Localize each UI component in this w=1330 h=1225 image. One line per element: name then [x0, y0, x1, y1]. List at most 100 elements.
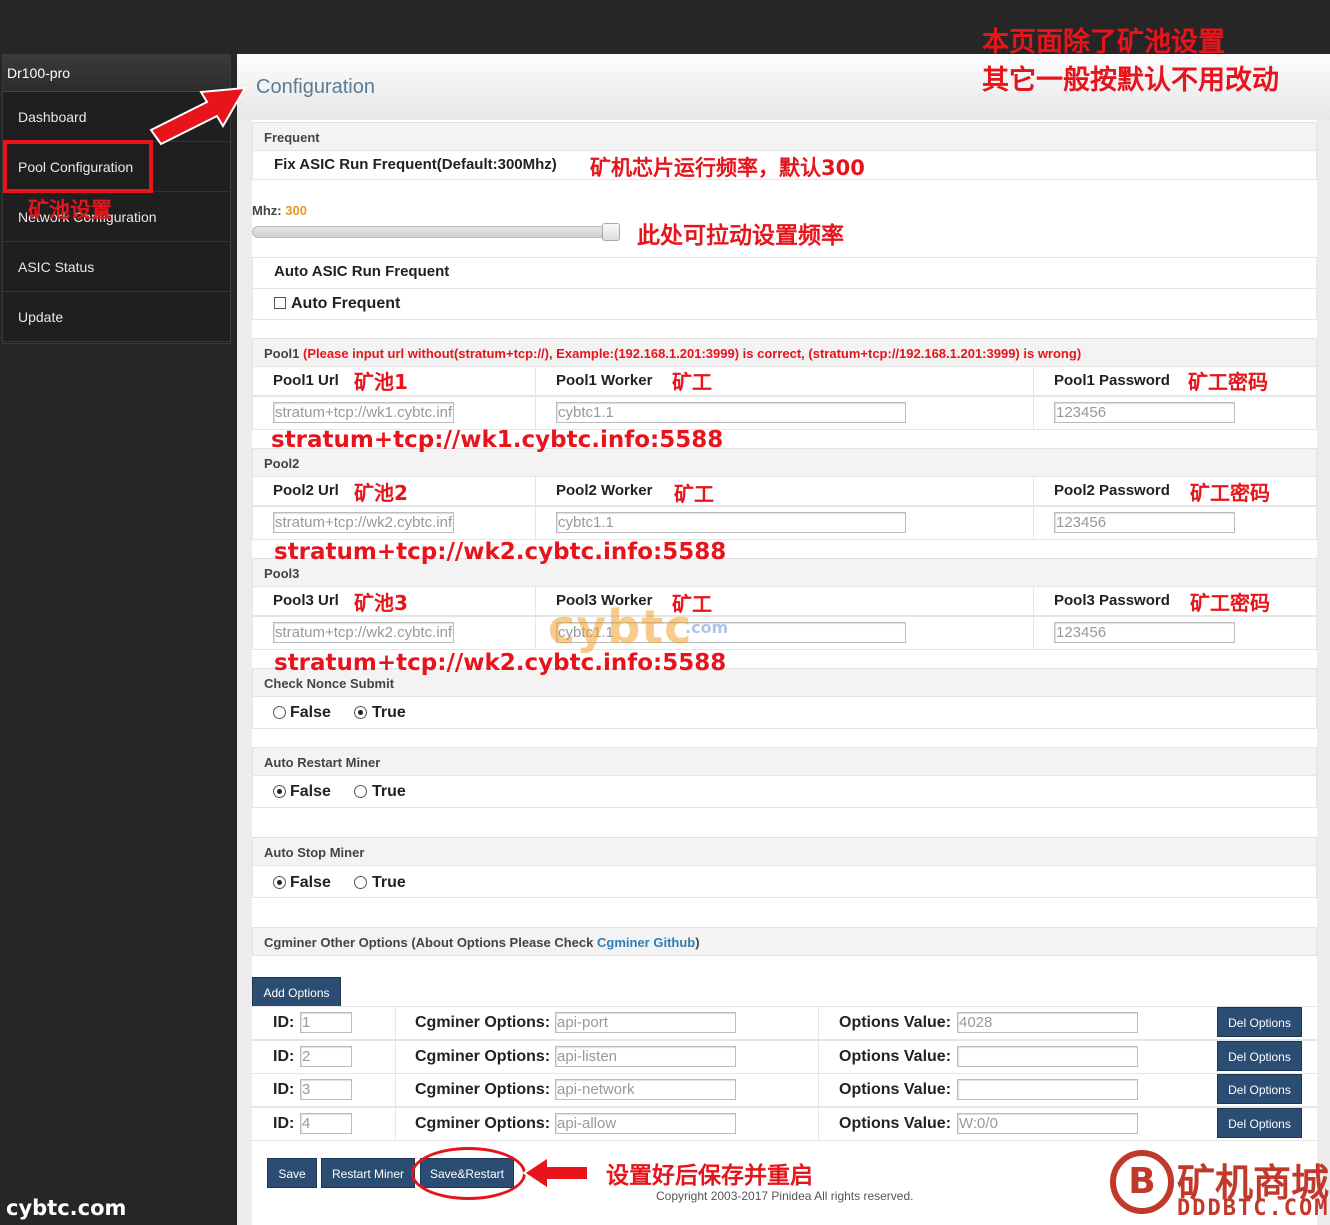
- pool3-divider-1: [535, 586, 536, 650]
- frequency-slider-handle[interactable]: [602, 223, 620, 241]
- cgminer-row-divider-2: [818, 1006, 819, 1040]
- cgminer-github-link[interactable]: Cgminer Github: [597, 935, 695, 950]
- del-options-button[interactable]: Del Options: [1217, 1108, 1302, 1138]
- watermark-right-en: DDDBTC.COM: [1177, 1196, 1330, 1221]
- pool3-password-input[interactable]: 123456: [1054, 622, 1235, 643]
- auto-frequent-header-row: Auto ASIC Run Frequent: [252, 257, 1317, 287]
- cgminer-option-label: Cgminer Options:: [415, 1048, 551, 1065]
- del-options-button[interactable]: Del Options: [1217, 1007, 1302, 1037]
- auto-frequent-checkbox[interactable]: [274, 297, 286, 309]
- option-id-input[interactable]: 4: [300, 1113, 352, 1134]
- option-value-input[interactable]: 4028: [957, 1012, 1138, 1033]
- fix-frequent-label: Fix ASIC Run Frequent(Default:300Mhz): [274, 156, 557, 173]
- cgminer-row-divider-2: [818, 1040, 819, 1074]
- pool2-worker-label: Pool2 Worker: [556, 482, 653, 499]
- option-value-label: Options Value:: [839, 1014, 952, 1031]
- section-cgminer-options: Cgminer Other Options (About Options Ple…: [252, 927, 1317, 956]
- pool2-url-input[interactable]: stratum+tcp://wk2.cybtc.info:5588: [273, 512, 454, 533]
- option-id-input[interactable]: 2: [300, 1046, 352, 1067]
- pool1-url-input[interactable]: stratum+tcp://wk1.cybtc.info:5588: [273, 402, 454, 423]
- annotation-top-line1: 本页面除了矿池设置: [982, 27, 1225, 58]
- add-options-button[interactable]: Add Options: [252, 977, 341, 1007]
- annotation-pool2: 矿池2: [354, 481, 408, 505]
- watermark-center: cybtc: [548, 600, 693, 654]
- pool3-divider-2: [1033, 586, 1034, 650]
- del-options-button[interactable]: Del Options: [1217, 1074, 1302, 1104]
- check-nonce-false-radio[interactable]: [273, 706, 286, 719]
- auto-stop-true-radio[interactable]: [354, 876, 367, 889]
- cgminer-row-divider-2: [818, 1073, 819, 1107]
- sidebar-item-asic-status[interactable]: ASIC Status: [3, 242, 230, 292]
- annotation-box-pool-config: [3, 140, 153, 193]
- pool3-password-label: Pool3 Password: [1054, 592, 1170, 609]
- cgminer-option-input[interactable]: api-allow: [555, 1113, 736, 1134]
- annotation-password3: 矿工密码: [1190, 591, 1270, 615]
- pool2-worker-input[interactable]: cybtc1.1: [556, 512, 906, 533]
- option-value-label: Options Value:: [839, 1115, 952, 1132]
- annotation-worker1: 矿工: [672, 370, 712, 394]
- option-id-input[interactable]: 3: [300, 1079, 352, 1100]
- auto-restart-row: [252, 775, 1317, 808]
- option-id-label: ID:: [273, 1014, 295, 1031]
- auto-stop-true-label: True: [372, 874, 406, 891]
- cgminer-option-input[interactable]: api-port: [555, 1012, 736, 1033]
- auto-stop-false-label: False: [290, 874, 331, 891]
- option-id-label: ID:: [273, 1081, 295, 1098]
- option-value-label: Options Value:: [839, 1081, 952, 1098]
- pool1-password-input[interactable]: 123456: [1054, 402, 1235, 423]
- mhz-label: Mhz:: [252, 203, 282, 218]
- option-id-input[interactable]: 1: [300, 1012, 352, 1033]
- pool1-divider-2: [1033, 366, 1034, 430]
- annotation-pool1: 矿池1: [354, 370, 408, 394]
- watermark-left: cybtc.com: [6, 1196, 127, 1220]
- auto-restart-true-label: True: [372, 783, 406, 800]
- cgminer-row-divider-1: [395, 1040, 396, 1074]
- pool1-divider-1: [535, 366, 536, 430]
- cgminer-option-row: [252, 1040, 1317, 1074]
- pool1-worker-input[interactable]: cybtc1.1: [556, 402, 906, 423]
- option-value-input[interactable]: W:0/0: [957, 1113, 1138, 1134]
- pool2-url-label: Pool2 Url: [273, 482, 339, 499]
- annotation-pool-config: 矿池设置: [28, 198, 112, 222]
- option-id-label: ID:: [273, 1115, 295, 1132]
- pool2-password-input[interactable]: 123456: [1054, 512, 1235, 533]
- auto-stop-false-radio[interactable]: [273, 876, 286, 889]
- restart-miner-button[interactable]: Restart Miner: [321, 1158, 415, 1188]
- cgminer-option-row: [252, 1073, 1317, 1107]
- auto-restart-true-radio[interactable]: [354, 785, 367, 798]
- cgminer-option-row: [252, 1006, 1317, 1040]
- pool3-url-input[interactable]: stratum+tcp://wk2.cybtc.info:5588: [273, 622, 454, 643]
- check-nonce-true-radio[interactable]: [354, 706, 367, 719]
- option-value-input[interactable]: [957, 1046, 1138, 1067]
- cgminer-option-row: [252, 1107, 1317, 1141]
- mhz-readout: Mhz: 300: [252, 203, 307, 218]
- annotation-frequency: 矿机芯片运行频率，默认300: [590, 156, 865, 180]
- arrow-icon: [522, 1155, 589, 1191]
- annotation-slider: 此处可拉动设置频率: [637, 223, 844, 249]
- check-nonce-row: [252, 696, 1317, 729]
- annotation-worker2: 矿工: [674, 482, 714, 506]
- sidebar-item-update[interactable]: Update: [3, 292, 230, 342]
- section-pool1: Pool1 (Please input url without(stratum+…: [252, 338, 1317, 367]
- annotation-oval-save-restart: [411, 1147, 526, 1200]
- cgminer-option-input[interactable]: api-network: [555, 1079, 736, 1100]
- pool1-note: (Please input url without(stratum+tcp://…: [303, 346, 1082, 361]
- section-auto-restart: Auto Restart Miner: [252, 747, 1317, 776]
- auto-frequent-label: Auto ASIC Run Frequent: [274, 263, 450, 280]
- watermark-center-small: .com: [685, 618, 729, 637]
- save-button[interactable]: Save: [267, 1158, 317, 1188]
- page-title: Configuration: [256, 76, 375, 98]
- pool2-password-label: Pool2 Password: [1054, 482, 1170, 499]
- auto-restart-false-radio[interactable]: [273, 785, 286, 798]
- annotation-password2: 矿工密码: [1190, 481, 1270, 505]
- cgminer-option-label: Cgminer Options:: [415, 1081, 551, 1098]
- auto-stop-row: [252, 865, 1317, 898]
- del-options-button[interactable]: Del Options: [1217, 1041, 1302, 1071]
- cgminer-option-input[interactable]: api-listen: [555, 1046, 736, 1067]
- pool1-url-label: Pool1 Url: [273, 372, 339, 389]
- check-nonce-true-label: True: [372, 704, 406, 721]
- option-id-label: ID:: [273, 1048, 295, 1065]
- frequency-slider-track[interactable]: [252, 226, 620, 238]
- option-value-input[interactable]: [957, 1079, 1138, 1100]
- pool1-section-title: Pool1: [264, 346, 300, 361]
